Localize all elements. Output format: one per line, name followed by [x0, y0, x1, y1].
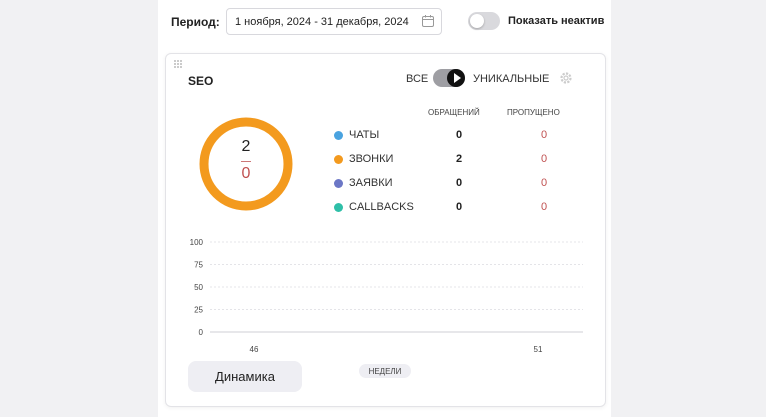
channel-row-requests: ЗАЯВКИ 0 0	[334, 176, 594, 192]
requests-color-dot	[334, 179, 343, 188]
page: Период: 1 ноября, 2024 - 31 декабря, 202…	[158, 0, 611, 417]
seo-widget-card: SEO ВСЕ УНИКАЛЬНЫЕ 2 0 ОБРАЩЕНИЙ ПРОПУЩЕ…	[165, 53, 606, 407]
dynamics-button[interactable]: Динамика	[188, 361, 302, 392]
y-tick-label: 75	[194, 261, 203, 270]
channel-requests: 2	[455, 153, 463, 165]
channel-missed: 0	[540, 177, 548, 189]
column-header-requests: ОБРАЩЕНИЙ	[428, 108, 480, 117]
channel-name: ЧАТЫ	[349, 129, 380, 141]
channel-missed: 0	[540, 153, 548, 165]
y-tick-label: 100	[190, 238, 204, 247]
channel-missed: 0	[540, 201, 548, 213]
column-header-missed: ПРОПУЩЕНО	[507, 108, 560, 117]
mode-all-label[interactable]: ВСЕ	[406, 73, 428, 85]
chats-color-dot	[334, 131, 343, 140]
show-inactive-label: Показать неактив	[508, 15, 605, 27]
toggle-knob	[470, 14, 484, 28]
donut-separator	[241, 161, 251, 162]
y-tick-label: 50	[194, 283, 203, 292]
x-tick-label: 46	[250, 345, 259, 354]
mode-toggle[interactable]	[433, 69, 465, 87]
channel-row-calls: ЗВОНКИ 2 0	[334, 152, 594, 168]
channel-requests: 0	[455, 129, 463, 141]
period-label: Период:	[171, 15, 220, 29]
channel-row-chats: ЧАТЫ 0 0	[334, 128, 594, 144]
channel-requests: 0	[455, 201, 463, 213]
y-tick-label: 0	[199, 328, 204, 337]
channel-requests: 0	[455, 177, 463, 189]
date-range-input[interactable]: 1 ноября, 2024 - 31 декабря, 2024	[226, 8, 442, 35]
play-icon	[454, 73, 461, 83]
calls-color-dot	[334, 155, 343, 164]
channel-name: CALLBACKS	[349, 201, 414, 213]
gear-icon[interactable]	[558, 70, 574, 86]
weeks-label[interactable]: НЕДЕЛИ	[359, 364, 411, 378]
x-tick-label: 51	[534, 345, 543, 354]
donut-missed-total: 0	[241, 165, 251, 182]
donut-total: 2	[241, 138, 251, 155]
channel-missed: 0	[540, 129, 548, 141]
y-tick-label: 25	[194, 306, 203, 315]
dynamics-chart: 100 75 50 25 0 46 51	[166, 232, 605, 357]
card-title: SEO	[188, 74, 214, 88]
show-inactive-toggle[interactable]	[468, 12, 500, 30]
drag-handle-icon[interactable]	[173, 59, 183, 69]
channel-name: ЗАЯВКИ	[349, 177, 393, 189]
callbacks-color-dot	[334, 203, 343, 212]
mode-unique-label[interactable]: УНИКАЛЬНЫЕ	[473, 73, 549, 85]
dynamics-chart-svg: 100 75 50 25 0 46 51	[190, 238, 583, 354]
date-range-value: 1 ноября, 2024 - 31 декабря, 2024	[235, 16, 409, 28]
calendar-icon[interactable]	[421, 14, 435, 28]
donut-chart	[199, 117, 293, 211]
channel-row-callbacks: CALLBACKS 0 0	[334, 200, 594, 216]
channel-name: ЗВОНКИ	[349, 153, 394, 165]
donut-ring	[199, 117, 293, 211]
